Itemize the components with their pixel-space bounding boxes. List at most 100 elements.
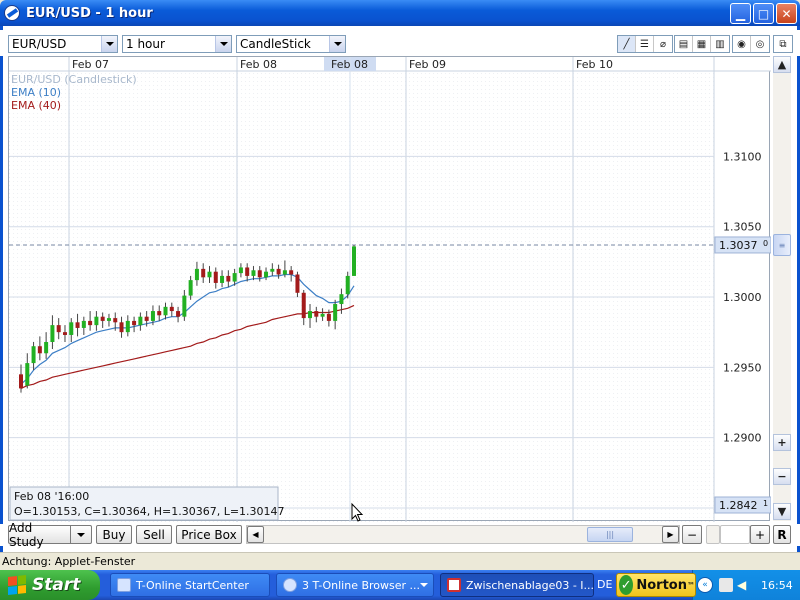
scroll-right-icon[interactable]: ▶ [662, 526, 679, 543]
candle-body [94, 316, 99, 326]
reset-button[interactable]: R [773, 525, 791, 544]
candle-body [138, 316, 143, 326]
chevron-down-icon [420, 583, 429, 587]
minimize-button[interactable]: ▁ [730, 3, 751, 24]
window-title: EUR/USD - 1 hour [26, 5, 153, 21]
price-label: 1.2950 [723, 361, 762, 374]
candle-body [75, 322, 80, 328]
candle-body [251, 270, 256, 276]
candle-body [125, 320, 130, 333]
time-zoom-slider[interactable] [720, 525, 750, 544]
chevron-down-icon[interactable] [101, 36, 117, 52]
candle-body [169, 306, 174, 312]
horizontal-scroll-thumb[interactable]: ||| [587, 527, 633, 542]
candle-body [352, 246, 356, 276]
price-box-button[interactable]: Price Box [176, 525, 242, 544]
candle-body [56, 325, 61, 333]
close-button[interactable]: ✕ [776, 3, 797, 24]
maximize-button[interactable]: □ [753, 3, 774, 24]
detach-tools: ⧉ [773, 35, 793, 53]
buy-button[interactable]: Buy [96, 525, 132, 544]
start-button[interactable]: Start [0, 570, 100, 600]
taskbar-item-startcenter[interactable]: T-Online StartCenter [110, 573, 270, 597]
candle-body [301, 292, 306, 319]
zoom-in-icon[interactable]: ◉ [733, 36, 751, 52]
low-price-label: 1.2842 [719, 499, 758, 512]
candle-body [100, 316, 105, 321]
interval-value: 1 hour [126, 37, 165, 51]
crosshair-tool-icon[interactable]: ⌀ [654, 36, 672, 52]
interval-select[interactable]: 1 hour [122, 35, 232, 53]
taskbar-item-clipboard[interactable]: Zwischenablage03 - I... [440, 573, 594, 597]
candle-body [270, 268, 275, 272]
grid-tools: ▤ ▦ ▥ [674, 35, 730, 53]
tray-app-icon[interactable] [719, 578, 733, 592]
candle-body [144, 316, 149, 321]
current-price-marker: 0 [763, 239, 768, 248]
zoom-out-time-button[interactable]: − [682, 525, 702, 544]
sell-button[interactable]: Sell [136, 525, 172, 544]
clock[interactable]: 16:54 [761, 579, 793, 592]
candle-body [339, 294, 344, 305]
vertical-scrollbar[interactable]: ▲ ≡ + − ▼ [773, 56, 791, 521]
taskbar-item-browser[interactable]: 3 T-Online Browser ... [276, 573, 434, 597]
line-tool-icon[interactable]: ╱ [618, 36, 636, 52]
app-icon [4, 5, 20, 21]
candle-body [188, 280, 193, 296]
add-study-dropdown[interactable] [70, 525, 92, 544]
zoom-plus-button[interactable]: + [773, 434, 791, 451]
candle-body [314, 311, 319, 317]
chart-canvas[interactable]: Feb 07 Feb 08 Feb 08 Feb 09 Feb 10 1.3100 1.30… [9, 57, 771, 522]
candle-body [320, 313, 325, 317]
detach-icon[interactable]: ⧉ [774, 36, 792, 52]
price-chart[interactable]: Feb 07 Feb 08 Feb 08 Feb 09 Feb 10 1.3100 1.30… [8, 56, 771, 522]
grid-style-1-icon[interactable]: ▤ [675, 36, 693, 52]
windows-logo-icon [8, 575, 26, 595]
chart-type-select[interactable]: CandleStick [236, 35, 346, 53]
candle-body [308, 311, 313, 319]
add-study-button[interactable]: Add Study [8, 521, 70, 549]
language-indicator[interactable]: DE [597, 578, 612, 591]
horizontal-scrollbar[interactable]: ◀ ||| ▶ [246, 525, 680, 544]
candle-body [333, 304, 338, 321]
chart-type-value: CandleStick [240, 37, 311, 51]
candle-body [106, 318, 111, 321]
zoom-tools: ◉ ◎ [732, 35, 770, 53]
candle-body [37, 346, 42, 354]
current-price-label: 1.3037 [719, 239, 758, 252]
candle-body [31, 346, 36, 364]
date-label: Feb 10 [576, 58, 613, 71]
window-titlebar[interactable]: EUR/USD - 1 hour ▁ □ ✕ [0, 0, 800, 26]
norton-label: Norton [636, 577, 687, 593]
scroll-down-icon[interactable]: ▼ [773, 503, 791, 520]
candle-body [220, 275, 225, 283]
symbol-select[interactable]: EUR/USD [8, 35, 118, 53]
grid-style-3-icon[interactable]: ▥ [711, 36, 729, 52]
zoom-out-icon[interactable]: ◎ [751, 36, 769, 52]
chevron-down-icon[interactable] [329, 36, 345, 52]
candle-body [88, 320, 93, 326]
bottom-controls: Add Study Buy Sell Price Box ◀ ||| ▶ − +… [0, 521, 800, 549]
vertical-scroll-thumb[interactable]: ≡ [773, 234, 791, 256]
scroll-left-icon[interactable]: ◀ [247, 526, 264, 543]
candle-body [50, 325, 55, 342]
candle-body [201, 268, 206, 278]
legend-ema10: EMA (10) [11, 86, 61, 99]
candle-body [289, 270, 294, 275]
tray-expand-icon[interactable]: « [697, 577, 713, 593]
fib-tool-icon[interactable]: ☰ [636, 36, 654, 52]
applet-warning: Achtung: Applet-Fenster [0, 552, 800, 570]
zoom-minus-button[interactable]: − [773, 468, 791, 485]
speaker-icon[interactable]: ◀ [737, 578, 751, 592]
time-zoom-track[interactable] [706, 525, 720, 544]
candle-body [238, 267, 243, 274]
zoom-in-time-button[interactable]: + [750, 525, 770, 544]
scroll-up-icon[interactable]: ▲ [773, 56, 791, 73]
norton-button[interactable]: ✓ Norton ™ [616, 573, 696, 597]
candle-body [44, 342, 49, 354]
candle-body [213, 271, 218, 283]
candle-body [157, 311, 162, 316]
grid-style-2-icon[interactable]: ▦ [693, 36, 711, 52]
chevron-down-icon[interactable] [215, 36, 231, 52]
candle-body [81, 320, 86, 328]
